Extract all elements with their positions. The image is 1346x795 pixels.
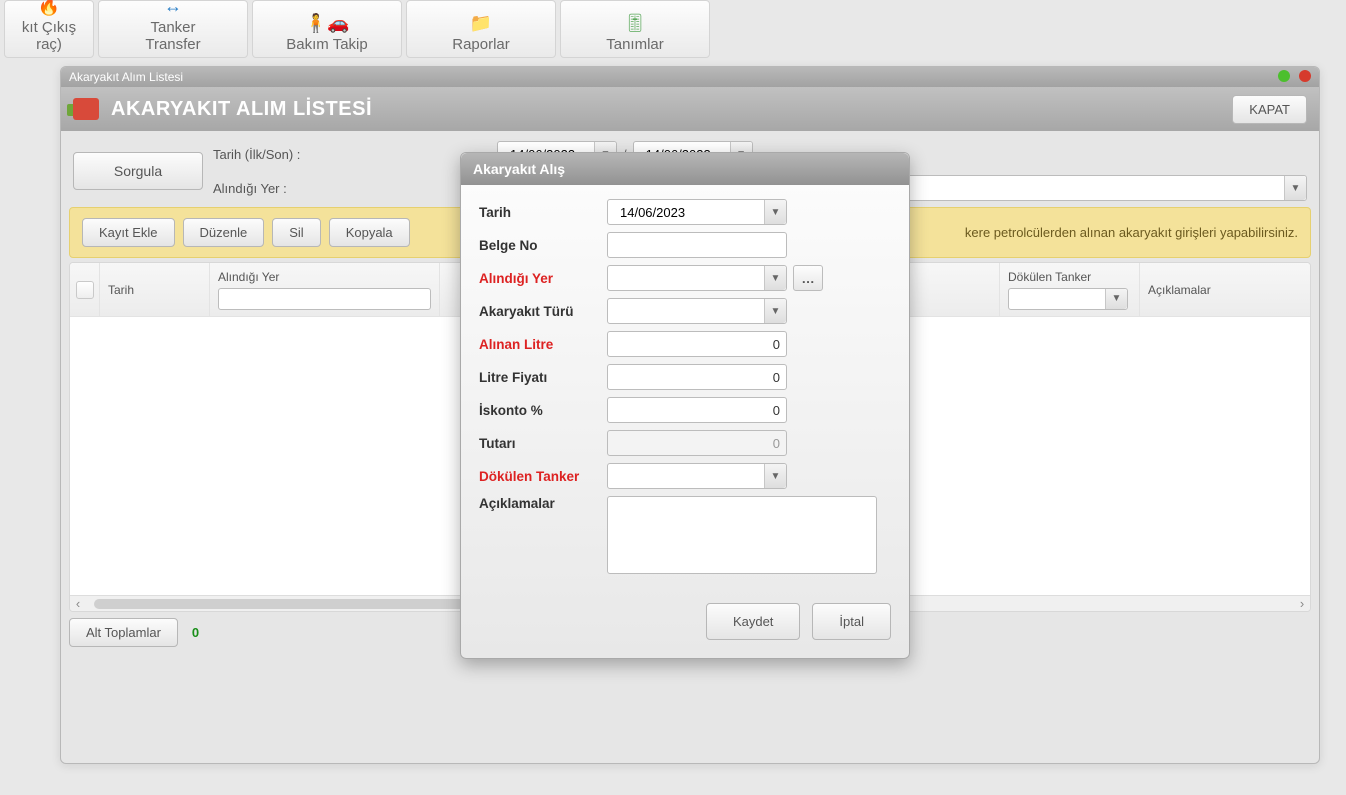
- subtotal-value: 0: [192, 625, 199, 640]
- lbl-tutar: Tutarı: [479, 436, 597, 451]
- cancel-button[interactable]: İptal: [812, 603, 891, 640]
- copy-button[interactable]: Kopyala: [329, 218, 410, 247]
- chevron-down-icon[interactable]: ▼: [764, 266, 786, 290]
- save-button[interactable]: Kaydet: [706, 603, 800, 640]
- ribbon-definitions[interactable]: 🎚 Tanımlar: [560, 0, 710, 58]
- ribbon-label: Transfer: [145, 36, 200, 53]
- lbl-iskonto: İskonto %: [479, 403, 597, 418]
- lbl-fiyat: Litre Fiyatı: [479, 370, 597, 385]
- dlg-litre-input[interactable]: [607, 331, 787, 357]
- dlg-notes-input[interactable]: [607, 496, 877, 574]
- grid-filter-button[interactable]: [70, 263, 100, 316]
- ribbon-label: Tanker: [150, 19, 195, 36]
- ribbon-label: Raporlar: [452, 36, 510, 53]
- reports-icon: 📁: [470, 13, 492, 34]
- chevron-down-icon[interactable]: ▼: [764, 299, 786, 323]
- col-date-label[interactable]: Tarih: [108, 283, 201, 297]
- minimize-icon[interactable]: [1278, 70, 1290, 82]
- ribbon-label: Tanımlar: [606, 36, 664, 53]
- window-title-text: Akaryakıt Alım Listesi: [69, 70, 183, 84]
- query-button[interactable]: Sorgula: [73, 152, 203, 190]
- dlg-discount-input[interactable]: [607, 397, 787, 423]
- dlg-price-input[interactable]: [607, 364, 787, 390]
- col-tanker-filter[interactable]: ▼: [1008, 288, 1128, 310]
- page-header: AKARYAKIT ALIM LİSTESİ KAPAT: [61, 87, 1319, 131]
- transfer-icon: ↔: [164, 0, 182, 17]
- chevron-down-icon[interactable]: ▼: [1284, 176, 1306, 200]
- dlg-place-lookup-button[interactable]: …: [793, 265, 823, 291]
- dlg-date-input[interactable]: ▼: [607, 199, 787, 225]
- dlg-fueltype-combo[interactable]: ▼: [607, 298, 787, 324]
- chevron-down-icon[interactable]: ▼: [764, 464, 786, 488]
- info-hint-text: kere petrolcülerden alınan akaryakıt gir…: [965, 225, 1298, 240]
- delete-button[interactable]: Sil: [272, 218, 320, 247]
- col-notes-label[interactable]: Açıklamalar: [1148, 283, 1302, 297]
- window-controls: [1272, 70, 1311, 85]
- ribbon-label: kıt Çıkış: [22, 19, 76, 36]
- truck-icon: [73, 98, 99, 120]
- ribbon-fuel-out[interactable]: 🔥 kıt Çıkış raç): [4, 0, 94, 58]
- lbl-yer: Alındığı Yer: [479, 271, 597, 286]
- ribbon-maintenance[interactable]: 🧍🚗 Bakım Takip: [252, 0, 402, 58]
- date-range-label: Tarih (İlk/Son) :: [213, 147, 487, 162]
- place-label: Alındığı Yer :: [213, 181, 487, 196]
- settings-icon: 🎚: [624, 13, 647, 34]
- lbl-tur: Akaryakıt Türü: [479, 304, 597, 319]
- window-titlebar[interactable]: Akaryakıt Alım Listesi: [61, 67, 1319, 87]
- fuel-icon: 🔥: [38, 0, 60, 17]
- col-place-label[interactable]: Alındığı Yer: [218, 270, 431, 284]
- lbl-aciklama: Açıklamalar: [479, 496, 597, 511]
- chevron-down-icon[interactable]: ▼: [1105, 289, 1127, 309]
- dlg-date-field[interactable]: [614, 200, 756, 224]
- dialog-titlebar[interactable]: Akaryakıt Alış: [461, 153, 909, 185]
- dlg-tanker-combo[interactable]: ▼: [607, 463, 787, 489]
- lbl-litre: Alınan Litre: [479, 337, 597, 352]
- dlg-amount-input: [607, 430, 787, 456]
- dlg-place-combo[interactable]: ▼: [607, 265, 787, 291]
- dlg-place-field[interactable]: [614, 266, 756, 290]
- dlg-fueltype-field[interactable]: [614, 299, 756, 323]
- filter-icon: [76, 281, 94, 299]
- lbl-tanker: Dökülen Tanker: [479, 469, 597, 484]
- top-ribbon: 🔥 kıt Çıkış raç) ↔ Tanker Transfer 🧍🚗 Ba…: [0, 0, 1346, 58]
- chevron-down-icon[interactable]: ▼: [764, 200, 786, 224]
- dlg-docno-input[interactable]: [607, 232, 787, 258]
- close-button[interactable]: KAPAT: [1232, 95, 1307, 124]
- close-icon[interactable]: [1299, 70, 1311, 82]
- col-tanker-label[interactable]: Dökülen Tanker: [1008, 270, 1131, 284]
- fuel-purchase-dialog: Akaryakıt Alış Tarih ▼ Belge No Alındığı…: [460, 152, 910, 659]
- page-heading: AKARYAKIT ALIM LİSTESİ: [111, 98, 372, 121]
- maintenance-icon: 🧍🚗: [305, 13, 350, 34]
- lbl-tarih: Tarih: [479, 205, 597, 220]
- lbl-belge: Belge No: [479, 238, 597, 253]
- ribbon-label: Bakım Takip: [286, 36, 367, 53]
- edit-button[interactable]: Düzenle: [183, 218, 265, 247]
- ribbon-reports[interactable]: 📁 Raporlar: [406, 0, 556, 58]
- scroll-left-icon[interactable]: ‹: [70, 596, 86, 611]
- scroll-right-icon[interactable]: ›: [1294, 596, 1310, 611]
- ribbon-tanker-transfer[interactable]: ↔ Tanker Transfer: [98, 0, 248, 58]
- add-record-button[interactable]: Kayıt Ekle: [82, 218, 175, 247]
- col-place-filter[interactable]: [218, 288, 431, 310]
- dialog-title-text: Akaryakıt Alış: [473, 161, 565, 177]
- subtotals-button[interactable]: Alt Toplamlar: [69, 618, 178, 647]
- ribbon-label: raç): [36, 36, 62, 53]
- dlg-tanker-field[interactable]: [614, 464, 756, 488]
- col-tanker-filter-field[interactable]: [1015, 289, 1097, 309]
